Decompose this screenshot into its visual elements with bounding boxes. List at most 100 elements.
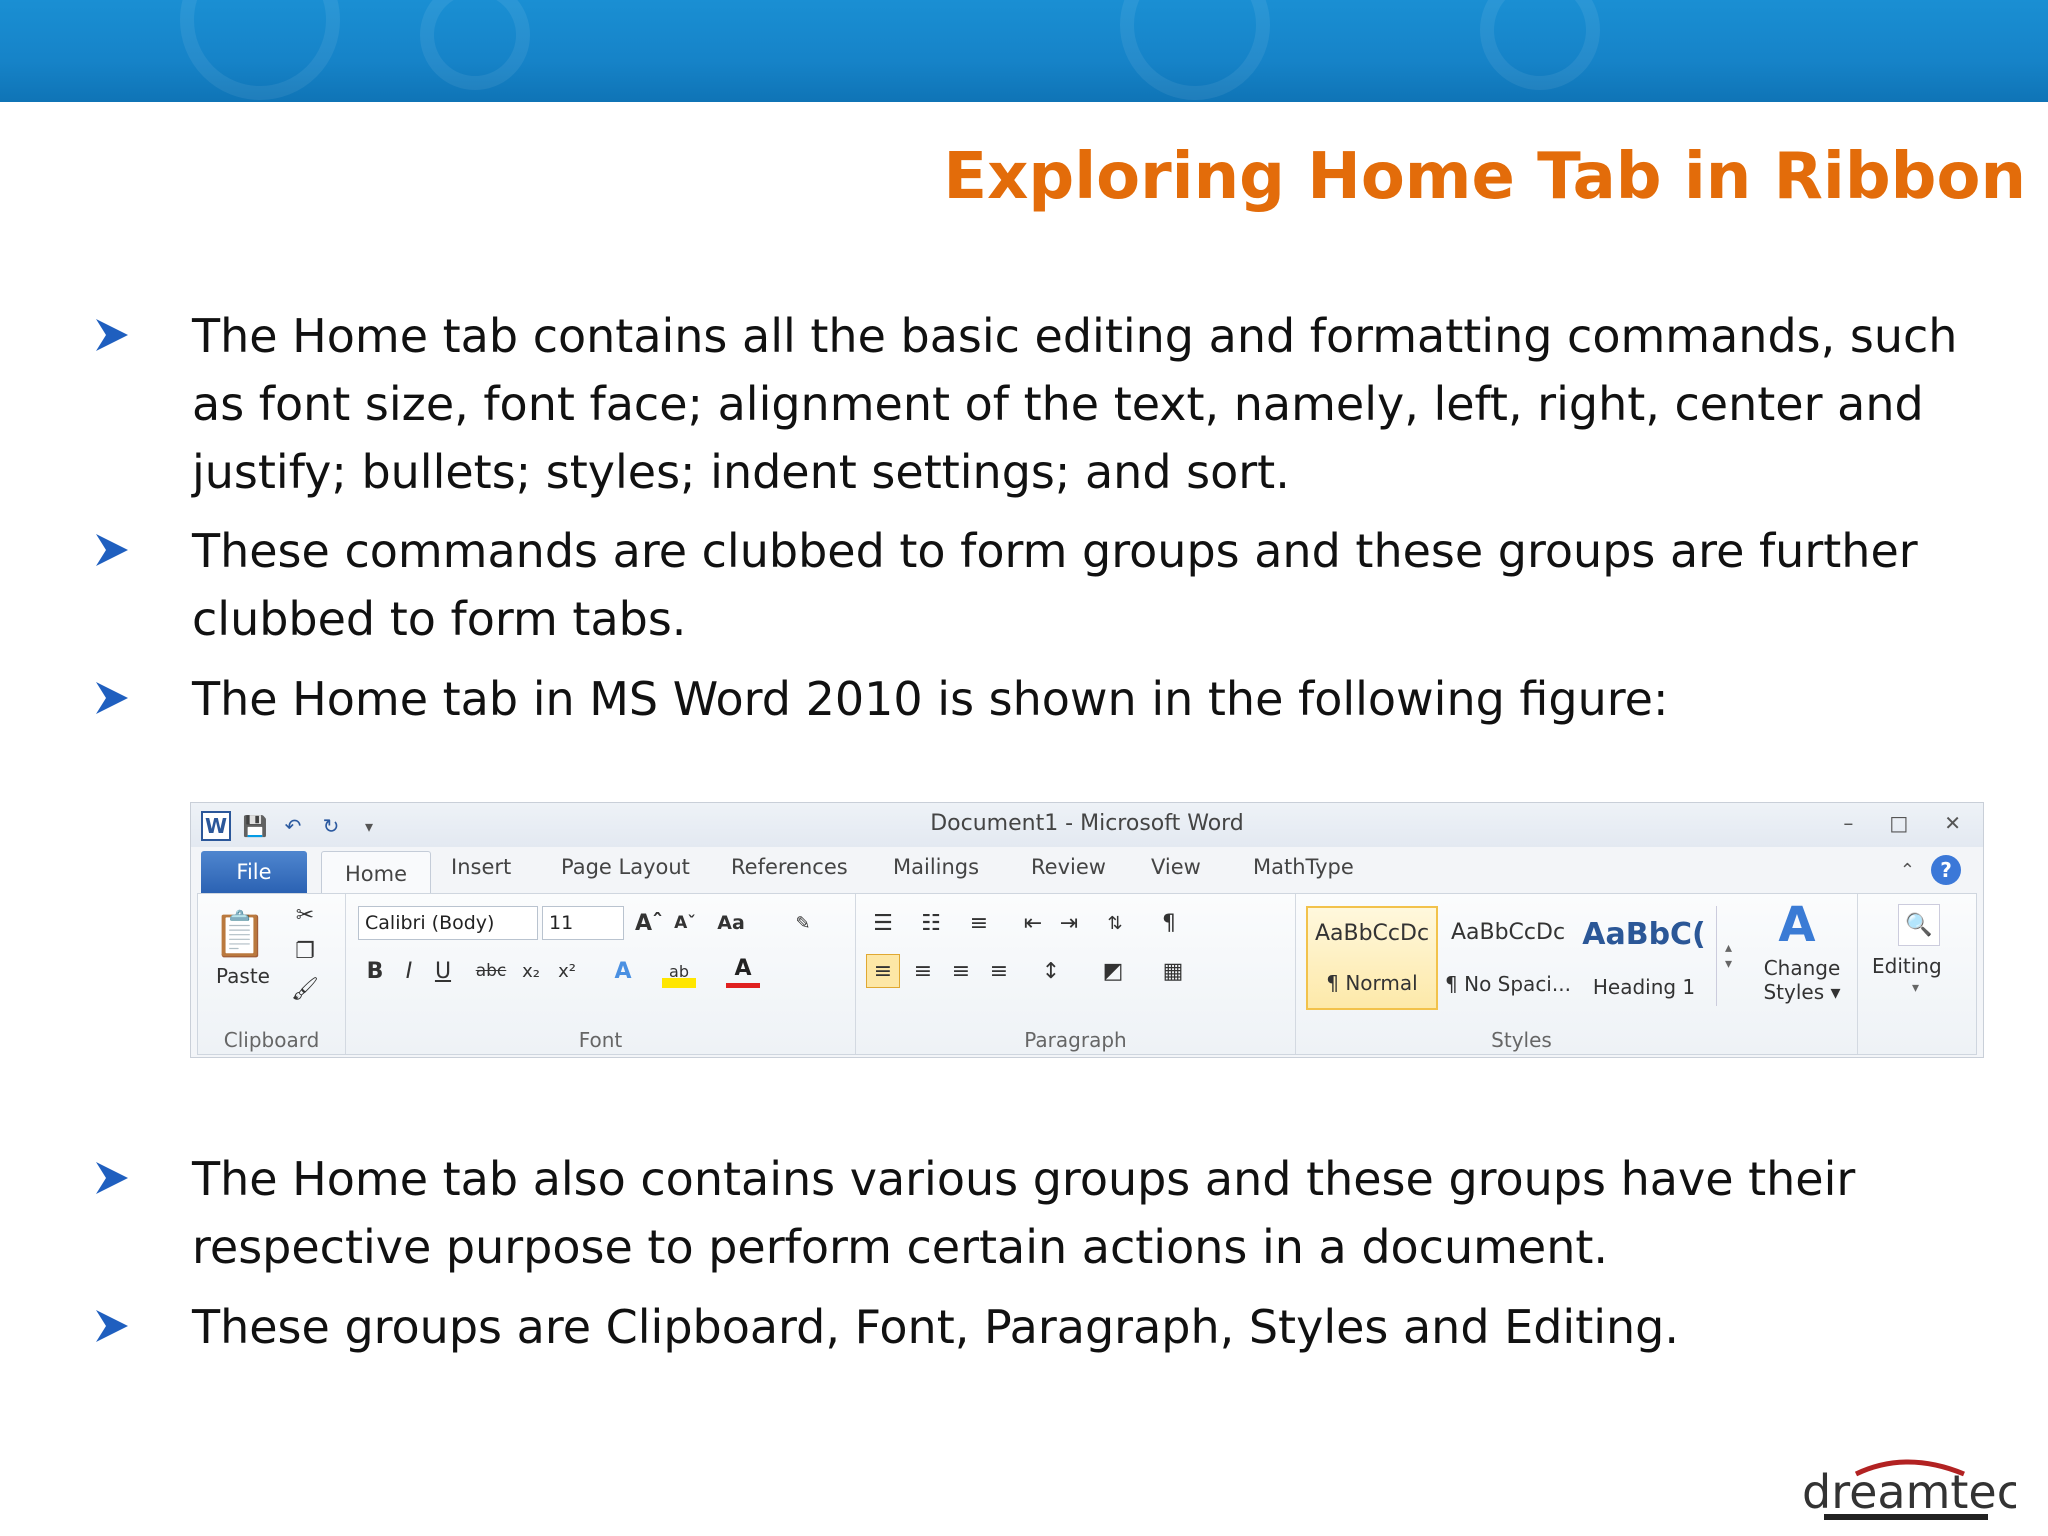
arrow-bullet-icon: [96, 1310, 128, 1342]
minimize-ribbon-icon[interactable]: ⌃: [1900, 860, 1915, 881]
style-heading-1[interactable]: AaBbC( Heading 1: [1578, 906, 1710, 1010]
group-font: Calibri (Body) 11 Aˆ Aˇ Aa ✎ B I U abc x…: [346, 894, 856, 1054]
font-size-select[interactable]: 11: [542, 906, 624, 940]
align-left-icon[interactable]: ≡: [866, 954, 900, 988]
arrow-bullet-icon: [96, 1162, 128, 1194]
dreamtech-logo: dreamtech: [1802, 1459, 2016, 1520]
group-label: Font: [578, 1028, 623, 1052]
gear-decoration: [180, 0, 340, 100]
tab-references[interactable]: References: [731, 855, 848, 879]
gear-decoration: [420, 0, 530, 90]
window-title: Document1 - Microsoft Word: [930, 811, 1244, 836]
logo-text: dreamtech: [1802, 1465, 2016, 1519]
bullet-text: respective purpose to perform certain ac…: [192, 1220, 1609, 1274]
shrink-font-icon[interactable]: Aˇ: [668, 906, 702, 940]
slide-title: Exploring Home Tab in Ribbon: [943, 140, 2026, 214]
clear-formatting-icon[interactable]: ✎: [786, 906, 820, 940]
text-effects-icon[interactable]: A: [606, 954, 640, 988]
close-icon[interactable]: ✕: [1944, 811, 1961, 835]
group-label: Clipboard: [223, 1028, 320, 1052]
group-styles: AaBbCcDc ¶ Normal AaBbCcDc ¶ No Spaci...…: [1296, 894, 1858, 1054]
align-right-icon[interactable]: ≡: [944, 954, 978, 988]
sort-icon[interactable]: ⇅: [1098, 906, 1132, 940]
style-sample: AaBbC(: [1582, 917, 1706, 953]
show-hide-icon[interactable]: ¶: [1152, 906, 1186, 940]
tab-insert[interactable]: Insert: [451, 855, 511, 879]
gear-decoration: [1120, 0, 1270, 100]
justify-icon[interactable]: ≡: [982, 954, 1016, 988]
bullet-text: The Home tab in MS Word 2010 is shown in…: [192, 672, 1669, 726]
style-normal[interactable]: AaBbCcDc ¶ Normal: [1306, 906, 1438, 1010]
grow-font-icon[interactable]: Aˆ: [632, 906, 666, 940]
italic-icon[interactable]: I: [392, 954, 426, 988]
bullet-text: clubbed to form tabs.: [192, 592, 687, 646]
style-sample: AaBbCcDc: [1314, 920, 1430, 946]
style-no-spacing[interactable]: AaBbCcDc ¶ No Spaci...: [1442, 906, 1574, 1010]
arrow-bullet-icon: [96, 534, 128, 566]
tab-file[interactable]: File: [201, 851, 307, 893]
copy-icon[interactable]: ❐: [288, 934, 322, 968]
cut-icon[interactable]: ✂: [288, 898, 322, 932]
strikethrough-icon[interactable]: abc: [474, 954, 508, 988]
font-name-select[interactable]: Calibri (Body): [358, 906, 538, 940]
tab-mathtype[interactable]: MathType: [1253, 855, 1354, 879]
font-color-icon[interactable]: A: [726, 954, 760, 988]
borders-icon[interactable]: ▦: [1156, 954, 1190, 988]
bullet-text: justify; bullets; styles; indent setting…: [192, 445, 1290, 499]
style-name: ¶ No Spaci...: [1445, 972, 1571, 997]
format-painter-icon[interactable]: 🖌: [288, 972, 322, 1006]
ribbon-groups: 📋 Paste ✂ ❐ 🖌 Clipboard Calibri (Body) 1…: [197, 893, 1977, 1055]
paste-icon[interactable]: 📋: [212, 904, 268, 964]
bullet-text: The Home tab contains all the basic edit…: [192, 309, 1958, 363]
restore-icon[interactable]: □: [1889, 811, 1908, 835]
chevron-down-icon: ▾: [1912, 980, 1920, 996]
word-ribbon-figure: W 💾 ↶ ↻ ▾ Document1 - Microsoft Word – □…: [190, 802, 1984, 1058]
shading-icon[interactable]: ◩: [1096, 954, 1130, 988]
style-name: Heading 1: [1592, 974, 1696, 999]
minimize-icon[interactable]: –: [1843, 811, 1853, 835]
bullets-icon[interactable]: ☰: [866, 906, 900, 940]
change-styles-icon[interactable]: A: [1752, 897, 1842, 953]
window-controls: – □ ✕: [1843, 811, 1961, 835]
tab-review[interactable]: Review: [1031, 855, 1106, 879]
ribbon-tabs: File Home Insert Page Layout References …: [191, 847, 1983, 895]
arrow-bullet-icon: [96, 319, 128, 351]
multilevel-list-icon[interactable]: ≡: [962, 906, 996, 940]
change-case-icon[interactable]: Aa: [714, 906, 748, 940]
align-center-icon[interactable]: ≡: [906, 954, 940, 988]
bullet-text: as font size, font face; alignment of th…: [192, 377, 1924, 431]
arrow-bullet-icon: [96, 682, 128, 714]
tab-view[interactable]: View: [1151, 855, 1201, 879]
bullet-text: The Home tab also contains various group…: [192, 1152, 1856, 1206]
group-editing: 🔍 Editing ▾: [1858, 894, 1976, 1054]
superscript-icon[interactable]: x²: [550, 954, 584, 988]
tab-page-layout[interactable]: Page Layout: [561, 855, 690, 879]
change-styles-label: Styles ▾: [1763, 980, 1841, 1004]
bullet-text: These commands are clubbed to form group…: [192, 524, 1918, 578]
style-name: ¶ Normal: [1326, 971, 1418, 996]
bold-icon[interactable]: B: [358, 954, 392, 988]
help-icon[interactable]: ?: [1931, 855, 1961, 885]
subscript-icon[interactable]: x₂: [514, 954, 548, 988]
underline-icon[interactable]: U: [426, 954, 460, 988]
ribbon-help-area: ⌃ ?: [1900, 855, 1961, 885]
line-spacing-icon[interactable]: ↕: [1034, 954, 1068, 988]
tab-mailings[interactable]: Mailings: [893, 855, 979, 879]
increase-indent-icon[interactable]: ⇥: [1052, 906, 1086, 940]
header-banner: [0, 0, 2048, 102]
numbering-icon[interactable]: ☷: [914, 906, 948, 940]
group-clipboard: 📋 Paste ✂ ❐ 🖌 Clipboard: [198, 894, 346, 1054]
editing-button[interactable]: Editing: [1872, 954, 1942, 978]
styles-scroll-icon[interactable]: ▴ ▾: [1716, 906, 1740, 1006]
group-label: Styles: [1491, 1028, 1552, 1052]
find-binoculars-icon[interactable]: 🔍: [1898, 904, 1940, 946]
highlight-color-icon[interactable]: ab: [662, 954, 696, 988]
title-bar: W 💾 ↶ ↻ ▾ Document1 - Microsoft Word – □…: [191, 803, 1983, 847]
change-styles-button[interactable]: Change Styles ▾: [1752, 956, 1852, 1004]
gear-decoration: [1480, 0, 1600, 90]
tab-home[interactable]: Home: [321, 851, 431, 895]
group-paragraph: ☰ ☷ ≡ ⇤ ⇥ ⇅ ¶ ≡ ≡ ≡ ≡ ↕ ◩ ▦ Paragraph: [856, 894, 1296, 1054]
paste-button[interactable]: Paste: [216, 964, 270, 988]
style-sample: AaBbCcDc: [1450, 919, 1566, 945]
decrease-indent-icon[interactable]: ⇤: [1016, 906, 1050, 940]
